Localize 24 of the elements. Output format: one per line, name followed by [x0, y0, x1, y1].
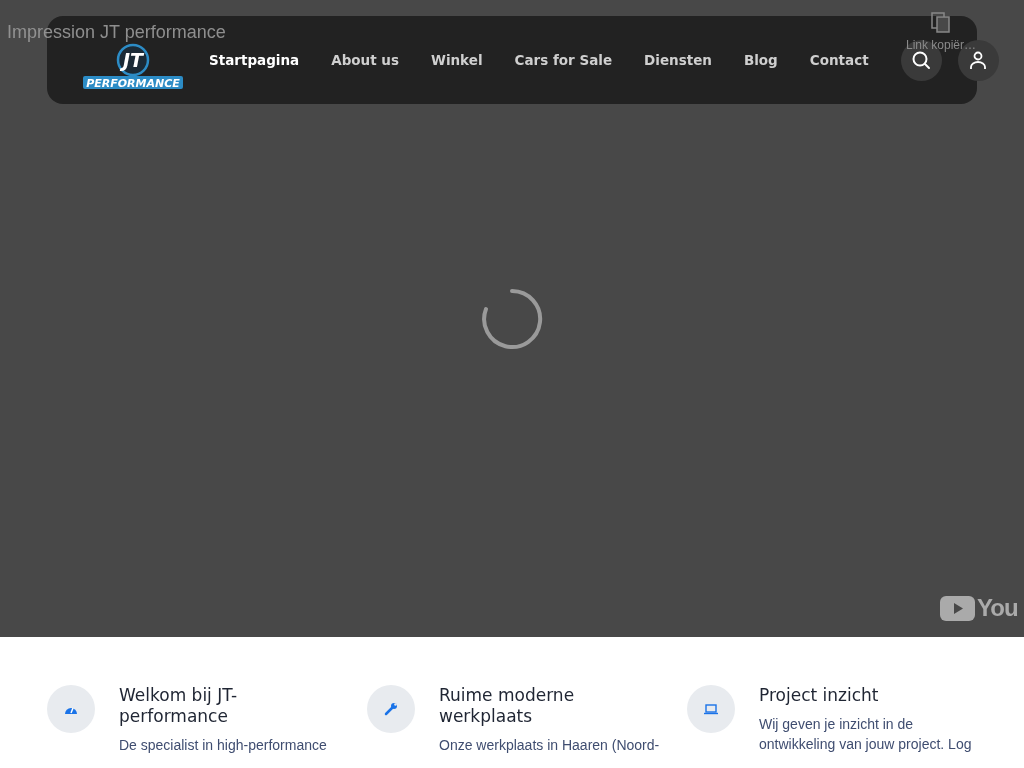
- copy-icon[interactable]: [931, 12, 951, 34]
- person-icon: [968, 50, 989, 70]
- feature-title: Project inzicht: [759, 685, 880, 706]
- feature-title: Ruime moderne werkplaats: [439, 685, 576, 727]
- video-brand-label[interactable]: You: [977, 594, 1018, 622]
- feature-text: Wij geven je inzicht in de ontwikkeling van jouw project. Log: [759, 715, 973, 754]
- video-title: Impression JT performance: [7, 22, 226, 43]
- copy-link-label[interactable]: Link kopiër…: [906, 38, 977, 52]
- nav-link[interactable]: Diensten: [628, 52, 728, 68]
- search-icon: [911, 50, 932, 70]
- nav-link[interactable]: Startpagina: [193, 52, 316, 68]
- nav-link[interactable]: Contact: [793, 52, 885, 68]
- loading-spinner-icon: [480, 287, 544, 351]
- play-icon[interactable]: [940, 595, 975, 621]
- feature-title: Welkom bij JT-performance: [119, 685, 239, 727]
- logo-drawing[interactable]: JT PERFORMANCE: [83, 43, 183, 89]
- feature-text: Onze werkplaats in Haaren (Noord-: [439, 736, 661, 755]
- laptop-icon: [703, 703, 719, 715]
- nav-link[interactable]: About us: [315, 52, 415, 68]
- nav-link[interactable]: Winkel: [415, 52, 499, 68]
- nav-link[interactable]: Blog: [727, 52, 794, 68]
- nav-link[interactable]: Cars for Sale: [498, 52, 629, 68]
- wrench-icon: [384, 702, 398, 716]
- feature-text: De specialist in high-performance: [119, 736, 328, 755]
